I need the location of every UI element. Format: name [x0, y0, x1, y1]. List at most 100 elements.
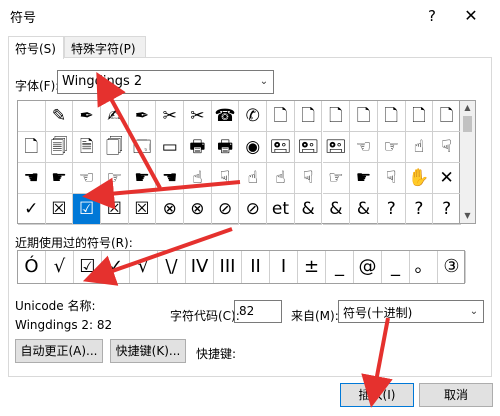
recent-symbol-cell[interactable]: I	[270, 251, 298, 283]
symbol-cell[interactable]: ⊗	[184, 194, 212, 225]
symbol-cell[interactable]: ☟	[433, 132, 461, 163]
shortcut-key-button[interactable]: 快捷键(K)...	[110, 339, 186, 363]
symbol-cell[interactable]: 🗋	[350, 101, 378, 132]
from-label: 来自(M):	[291, 309, 339, 323]
symbol-cell[interactable]: ✆	[239, 101, 268, 132]
symbol-cell[interactable]: 🖶	[211, 132, 240, 163]
symbol-cell[interactable]: 🗐	[45, 132, 74, 163]
symbol-cell[interactable]: ◉	[239, 132, 268, 163]
symbol-cell[interactable]: ☒	[128, 194, 157, 225]
symbol-cell[interactable]: 🗋	[433, 101, 461, 132]
symbol-cell[interactable]: ☎	[211, 101, 240, 132]
recent-symbol-cell[interactable]: Ó	[18, 251, 46, 283]
symbol-cell[interactable]: ☝	[184, 163, 212, 194]
symbol-cell[interactable]: 🗋	[267, 101, 295, 132]
character-description: Wingdings 2: 82	[15, 318, 113, 332]
symbol-cell[interactable]: ⊘	[239, 194, 268, 225]
recent-symbol-cell[interactable]: ✓	[102, 251, 130, 283]
symbol-cell[interactable]: ▭	[156, 132, 185, 163]
symbol-cell[interactable]: ☛	[350, 163, 378, 194]
autocorrect-button[interactable]: 自动更正(A)...	[15, 339, 103, 363]
symbol-cell[interactable]: 🗍	[101, 132, 129, 163]
recent-symbol-cell[interactable]: IV	[186, 251, 214, 283]
insert-button[interactable]: 插入(I)	[340, 383, 414, 407]
symbol-cell[interactable]: ☛	[45, 163, 74, 194]
scroll-thumb[interactable]	[463, 116, 472, 132]
recent-symbol-cell[interactable]: ③	[438, 251, 466, 283]
symbol-cell[interactable]: ☝	[405, 132, 434, 163]
symbol-cell[interactable]: ☟	[377, 163, 406, 194]
cancel-button[interactable]: 取消	[419, 383, 493, 407]
symbol-cell[interactable]: ☞	[101, 163, 129, 194]
symbol-cell[interactable]: ?	[433, 194, 461, 225]
symbol-cell[interactable]: ✂	[184, 101, 212, 132]
font-select[interactable]: Wingdings 2 ⌄	[57, 70, 274, 94]
symbol-cell[interactable]: 🗋	[322, 101, 351, 132]
symbol-cell[interactable]: ☒	[101, 194, 129, 225]
recent-symbols-row: Ó √ ☑ ✓ √ \/IV III II I ± _ @ _。 ③	[17, 250, 466, 284]
symbol-cell[interactable]: ☜	[350, 132, 378, 163]
recent-symbol-cell[interactable]: √	[130, 251, 158, 283]
symbol-cell[interactable]: ⊘	[211, 194, 240, 225]
recent-symbol-cell[interactable]: √	[46, 251, 74, 283]
symbol-cell[interactable]: 🖭	[322, 132, 351, 163]
scroll-up-icon[interactable]: ▲	[460, 101, 475, 115]
symbol-cell[interactable]: ☝	[267, 163, 295, 194]
symbol-cell[interactable]: 🗋	[18, 132, 46, 163]
symbol-cell[interactable]: ☟	[211, 163, 240, 194]
symbol-cell[interactable]: 🗋	[294, 101, 323, 132]
symbol-cell[interactable]: ?	[405, 194, 434, 225]
recent-symbol-cell[interactable]: \/	[158, 251, 186, 283]
symbol-cell[interactable]	[18, 101, 46, 132]
symbol-cell[interactable]: ✋	[405, 163, 434, 194]
symbol-cell[interactable]: 🖭	[267, 132, 295, 163]
symbol-cell[interactable]: ☞	[322, 163, 351, 194]
recent-symbol-cell[interactable]: ☑	[74, 251, 102, 283]
symbol-cell[interactable]: ☑	[73, 194, 101, 225]
symbol-cell[interactable]: ☚	[156, 163, 185, 194]
recent-symbol-cell[interactable]: _	[382, 251, 410, 283]
character-code-input[interactable]: 82	[234, 300, 282, 323]
recent-symbol-cell[interactable]: _	[326, 251, 354, 283]
symbol-cell[interactable]: &	[294, 194, 323, 225]
symbol-cell[interactable]: ✒	[128, 101, 157, 132]
symbol-cell[interactable]: ✍	[101, 101, 129, 132]
symbol-cell[interactable]: &	[350, 194, 378, 225]
symbol-cell[interactable]: 🖭	[294, 132, 323, 163]
tab-symbols[interactable]: 符号(S)	[8, 36, 64, 59]
symbol-cell[interactable]: ✕	[433, 163, 461, 194]
recent-symbol-cell[interactable]: III	[214, 251, 242, 283]
recent-symbol-cell[interactable]: ±	[298, 251, 326, 283]
recent-symbol-cell[interactable]: II	[242, 251, 270, 283]
help-button[interactable]: ?	[420, 5, 444, 27]
chevron-down-icon[interactable]: ⌄	[465, 301, 483, 323]
symbol-cell[interactable]: ✂	[156, 101, 185, 132]
symbol-cell[interactable]: ⊗	[156, 194, 185, 225]
tab-special-characters[interactable]: 特殊字符(P)	[64, 36, 146, 58]
chevron-down-icon[interactable]: ⌄	[255, 71, 273, 93]
close-button[interactable]: ✕	[456, 4, 486, 28]
symbol-cell[interactable]: ?	[377, 194, 406, 225]
symbol-cell[interactable]: ☞	[377, 132, 406, 163]
symbol-cell[interactable]: &	[322, 194, 351, 225]
symbol-cell[interactable]: ☟	[294, 163, 323, 194]
symbol-cell[interactable]: 🗋	[377, 101, 406, 132]
symbol-cell[interactable]: ☒	[45, 194, 74, 225]
symbol-cell[interactable]: ✒	[73, 101, 101, 132]
symbol-cell[interactable]: 🗋	[405, 101, 434, 132]
recent-symbol-cell[interactable]: 。	[410, 251, 438, 283]
symbol-cell[interactable]: ☜	[73, 163, 101, 194]
symbol-cell[interactable]: ☛	[128, 163, 157, 194]
symbol-cell[interactable]: ☚	[18, 163, 46, 194]
symbol-cell[interactable]: 🗔	[128, 132, 157, 163]
symbol-cell[interactable]: 🖶	[184, 132, 212, 163]
symbol-cell[interactable]: ✎	[45, 101, 74, 132]
symbol-cell[interactable]: 🗎	[73, 132, 101, 163]
symbol-cell[interactable]: ✓	[18, 194, 46, 225]
symbol-cell[interactable]: et	[267, 194, 295, 225]
symbol-cell[interactable]: ☝	[239, 163, 268, 194]
from-select[interactable]: 符号(十进制) ⌄	[338, 300, 484, 323]
scroll-down-icon[interactable]: ▼	[460, 209, 475, 223]
symbol-grid-scrollbar[interactable]: ▲ ▼	[460, 100, 476, 224]
recent-symbol-cell[interactable]: @	[354, 251, 382, 283]
